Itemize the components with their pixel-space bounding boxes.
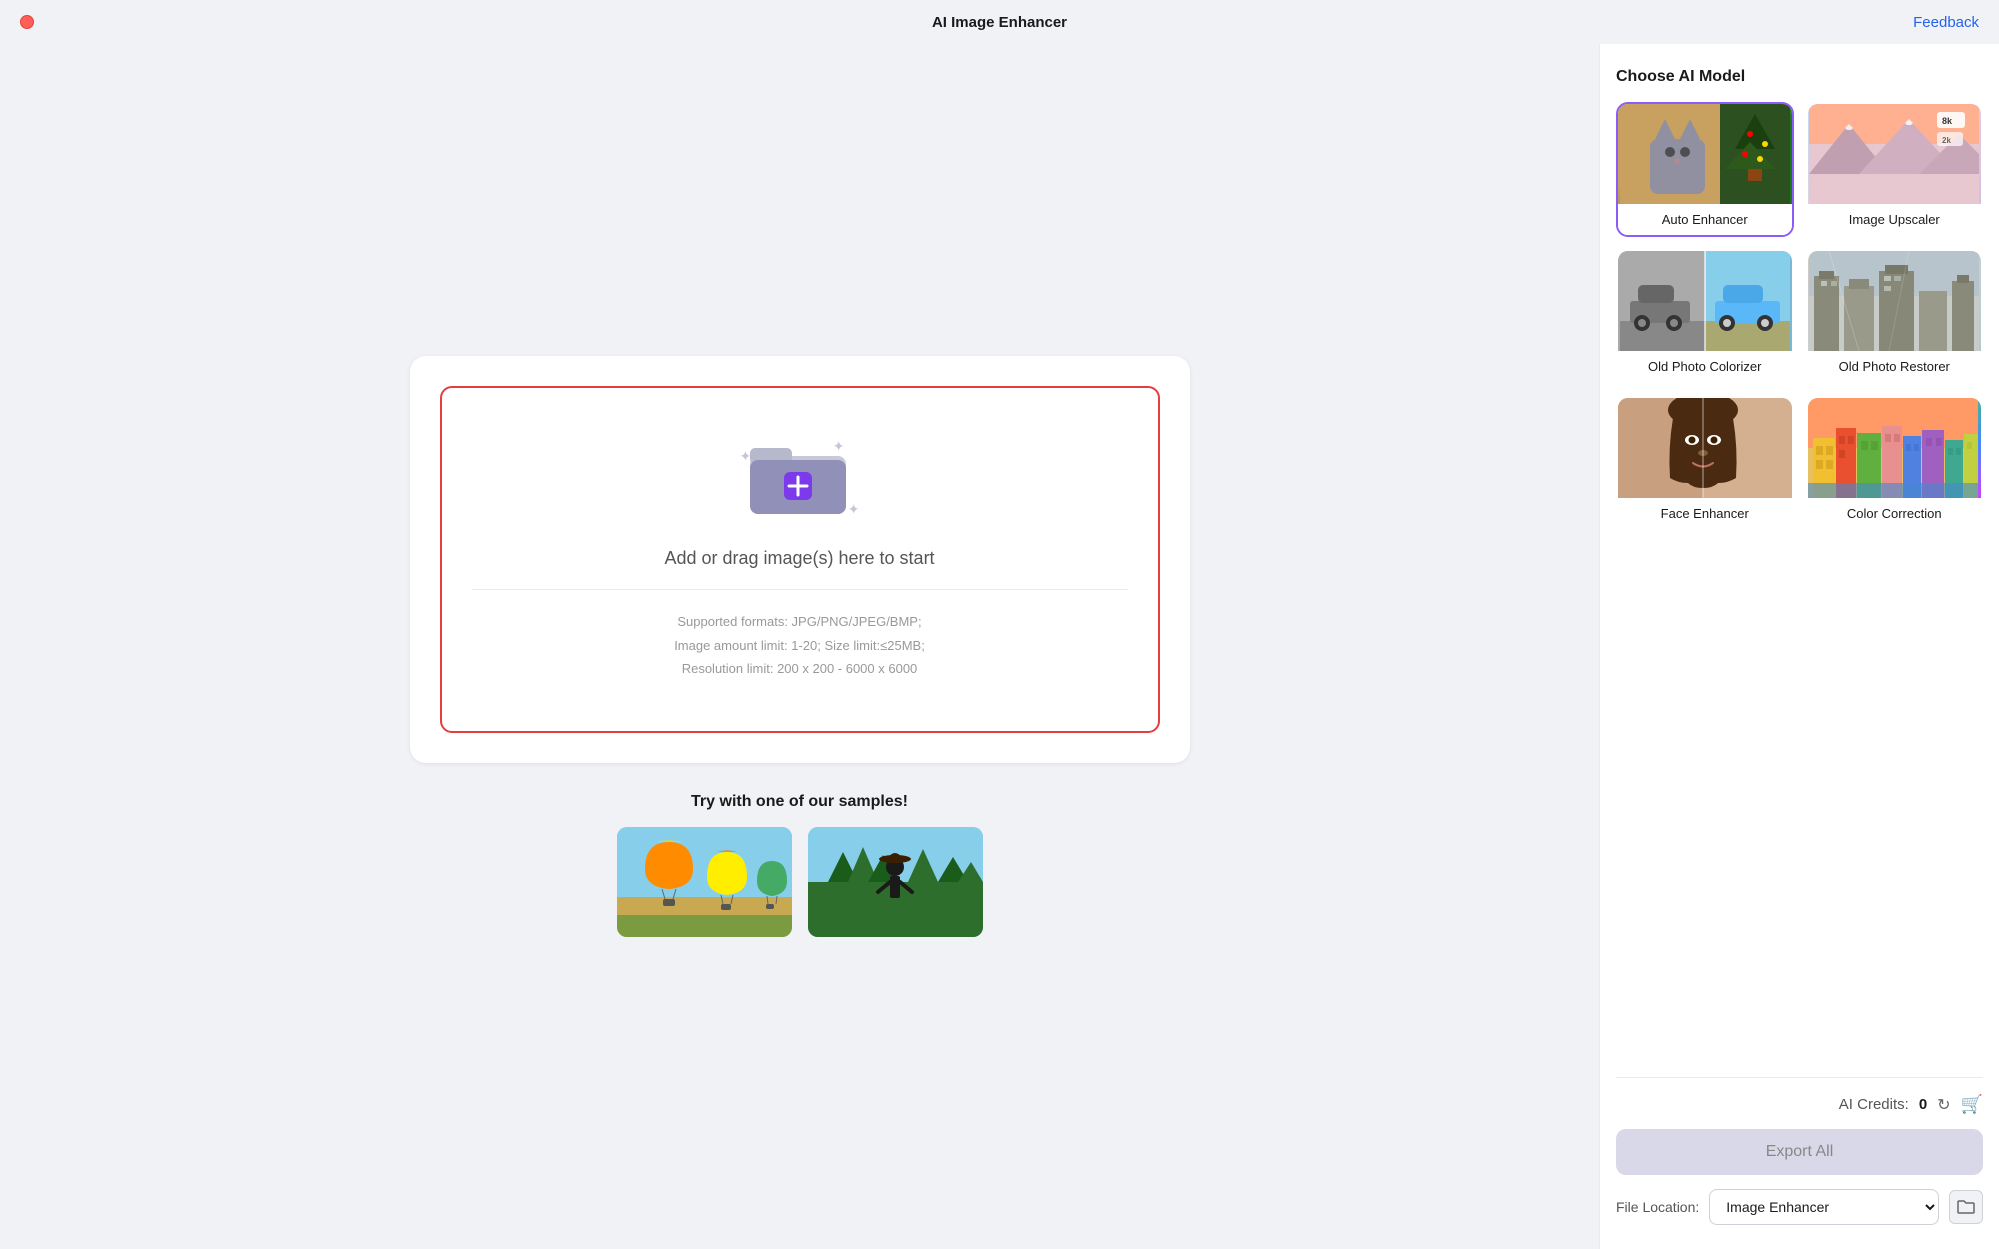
refresh-icon[interactable]: ↻: [1937, 1095, 1950, 1115]
browse-folder-button[interactable]: [1949, 1190, 1983, 1224]
auto-enhancer-thumb: [1618, 104, 1792, 204]
export-all-button: Export All: [1616, 1129, 1983, 1175]
face-enhancer-label: Face Enhancer: [1618, 498, 1792, 529]
credits-label: AI Credits:: [1839, 1096, 1909, 1113]
sample-nature[interactable]: [808, 827, 983, 937]
svg-text:2k: 2k: [1942, 136, 1951, 145]
auto-enhancer-label: Auto Enhancer: [1618, 204, 1792, 235]
file-location-select[interactable]: Image Enhancer Original Folder Custom...: [1709, 1189, 1939, 1225]
model-grid: Auto Enhancer: [1616, 102, 1983, 531]
color-correction-thumb: [1808, 398, 1982, 498]
svg-text:8k: 8k: [1942, 116, 1953, 126]
old-photo-colorizer-label: Old Photo Colorizer: [1618, 351, 1792, 382]
sample-balloon[interactable]: [617, 827, 792, 937]
sparkle-icon-1: ✦: [740, 448, 752, 465]
old-photo-restorer-thumb: [1808, 251, 1982, 351]
center-area: ✦ ✦ ✦ Add: [0, 44, 1599, 1249]
cart-icon[interactable]: 🛒: [1961, 1094, 1983, 1115]
drop-zone[interactable]: ✦ ✦ ✦ Add: [440, 386, 1160, 732]
samples-section: Try with one of our samples!: [410, 793, 1190, 937]
samples-row: [410, 827, 1190, 937]
sidebar-bottom: AI Credits: 0 ↻ 🛒 Export All File Locati…: [1616, 1077, 1983, 1225]
format-info: Supported formats: JPG/PNG/JPEG/BMP;Imag…: [674, 610, 925, 680]
model-card-face-enhancer[interactable]: Face Enhancer: [1616, 396, 1794, 531]
folder-icon-wrapper: ✦ ✦ ✦: [750, 438, 850, 528]
file-location-row: File Location: Image Enhancer Original F…: [1616, 1189, 1983, 1225]
old-photo-colorizer-thumb: [1618, 251, 1792, 351]
traffic-light-close[interactable]: [20, 15, 34, 29]
credits-row: AI Credits: 0 ↻ 🛒: [1616, 1094, 1983, 1115]
image-upscaler-thumb: 8k 2k: [1808, 104, 1982, 204]
folder-open-icon: [1957, 1199, 1975, 1215]
image-upscaler-label: Image Upscaler: [1808, 204, 1982, 235]
file-location-label: File Location:: [1616, 1199, 1699, 1215]
color-correction-label: Color Correction: [1808, 498, 1982, 529]
choose-model-title: Choose AI Model: [1616, 68, 1983, 86]
old-photo-restorer-label: Old Photo Restorer: [1808, 351, 1982, 382]
title-bar: AI Image Enhancer Feedback: [0, 0, 1999, 44]
face-enhancer-thumb: [1618, 398, 1792, 498]
feedback-link[interactable]: Feedback: [1913, 14, 1979, 31]
drop-zone-divider: [472, 589, 1128, 590]
drop-zone-text: Add or drag image(s) here to start: [664, 548, 934, 569]
samples-title: Try with one of our samples!: [410, 793, 1190, 811]
model-card-image-upscaler[interactable]: 8k 2k Image Upscaler: [1806, 102, 1984, 237]
model-card-auto-enhancer[interactable]: Auto Enhancer: [1616, 102, 1794, 237]
model-card-color-correction[interactable]: Color Correction: [1806, 396, 1984, 531]
sidebar: Choose AI Model: [1599, 44, 1999, 1249]
model-card-old-photo-restorer[interactable]: Old Photo Restorer: [1806, 249, 1984, 384]
main-layout: ✦ ✦ ✦ Add: [0, 44, 1999, 1249]
folder-icon: [750, 438, 846, 518]
upload-container: ✦ ✦ ✦ Add: [410, 356, 1190, 762]
model-card-old-photo-colorizer[interactable]: Old Photo Colorizer: [1616, 249, 1794, 384]
sparkle-icon-3: ✦: [848, 501, 860, 518]
sparkle-icon-2: ✦: [833, 438, 845, 455]
app-title: AI Image Enhancer: [932, 14, 1067, 31]
credits-count: 0: [1919, 1096, 1927, 1113]
